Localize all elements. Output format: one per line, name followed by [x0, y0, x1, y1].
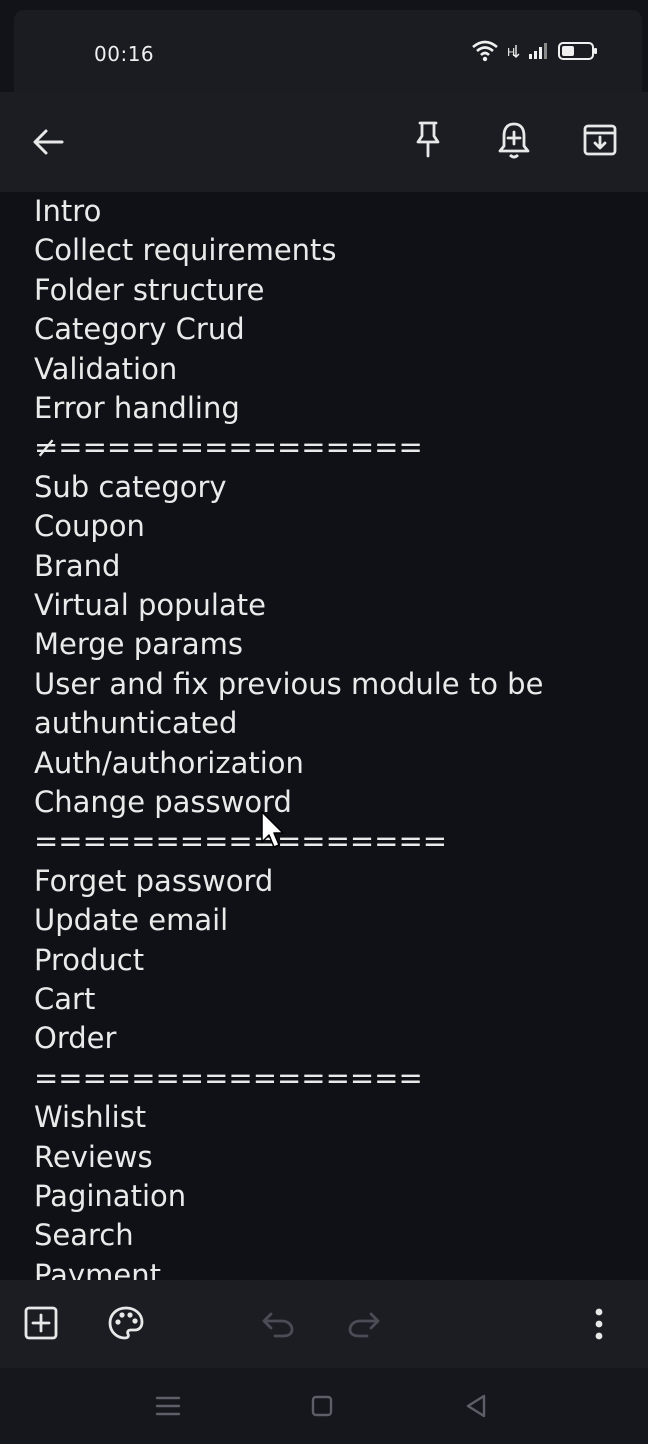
note-line[interactable]: Reviews [34, 1138, 153, 1177]
pin-icon[interactable] [404, 114, 452, 166]
note-separator[interactable]: ================= [34, 822, 447, 861]
network-type-icon: H [506, 41, 520, 65]
note-separator[interactable]: ≠=============== [34, 428, 423, 467]
status-bar: 00:16 H [14, 10, 642, 92]
note-line[interactable]: Auth/authorization [34, 744, 304, 783]
note-line[interactable]: Merge params [34, 625, 243, 664]
note-line[interactable]: Error handling [34, 389, 240, 428]
home-icon[interactable] [304, 1388, 340, 1424]
note-body[interactable]: Intro Collect requirements Folder struct… [0, 192, 648, 1280]
note-line[interactable]: Change password [34, 783, 292, 822]
recents-icon[interactable] [150, 1388, 186, 1424]
note-line[interactable]: authunticated [34, 704, 237, 743]
note-line[interactable]: Intro [34, 192, 101, 231]
note-line[interactable]: Brand [34, 547, 120, 586]
signal-icon [528, 42, 550, 64]
note-toolbar [0, 92, 648, 192]
system-nav-bar [0, 1368, 648, 1444]
redo-icon[interactable] [344, 1304, 384, 1344]
battery-icon [558, 41, 598, 65]
archive-icon[interactable] [576, 116, 624, 164]
add-box-icon[interactable] [20, 1302, 62, 1344]
note-line[interactable]: Wishlist [34, 1098, 146, 1137]
note-line[interactable]: Product [34, 941, 144, 980]
wifi-icon [472, 40, 498, 66]
note-line[interactable]: Coupon [34, 507, 145, 546]
note-line[interactable]: Category Crud [34, 310, 245, 349]
note-line[interactable]: Cart [34, 980, 95, 1019]
note-line[interactable]: User and fix previous module to be [34, 665, 543, 704]
note-line[interactable]: Payment [34, 1256, 161, 1280]
palette-icon[interactable] [104, 1302, 148, 1344]
note-separator[interactable]: ================ [34, 1059, 423, 1098]
note-line[interactable]: Update email [34, 901, 228, 940]
status-time: 00:16 [94, 42, 155, 66]
status-icons: H [472, 40, 598, 66]
nav-back-icon[interactable] [458, 1388, 494, 1424]
note-line[interactable]: Search [34, 1216, 134, 1255]
svg-text:H: H [507, 46, 515, 59]
note-line[interactable]: Collect requirements [34, 231, 337, 270]
editor-bottom-bar [0, 1280, 648, 1368]
note-line[interactable]: Forget password [34, 862, 273, 901]
note-line[interactable]: Order [34, 1019, 116, 1058]
phone-screen: 00:16 H Intro Collect requirements Folde… [0, 0, 648, 1444]
reminder-bell-icon[interactable] [490, 114, 538, 166]
note-line[interactable]: Virtual populate [34, 586, 266, 625]
arrow-left-icon[interactable] [24, 118, 72, 166]
note-line[interactable]: Pagination [34, 1177, 186, 1216]
more-vert-icon[interactable] [584, 1304, 614, 1344]
mouse-cursor-icon [260, 810, 286, 854]
note-line[interactable]: Sub category [34, 468, 227, 507]
note-line[interactable]: Validation [34, 350, 177, 389]
note-line[interactable]: Folder structure [34, 271, 264, 310]
undo-icon[interactable] [258, 1304, 298, 1344]
